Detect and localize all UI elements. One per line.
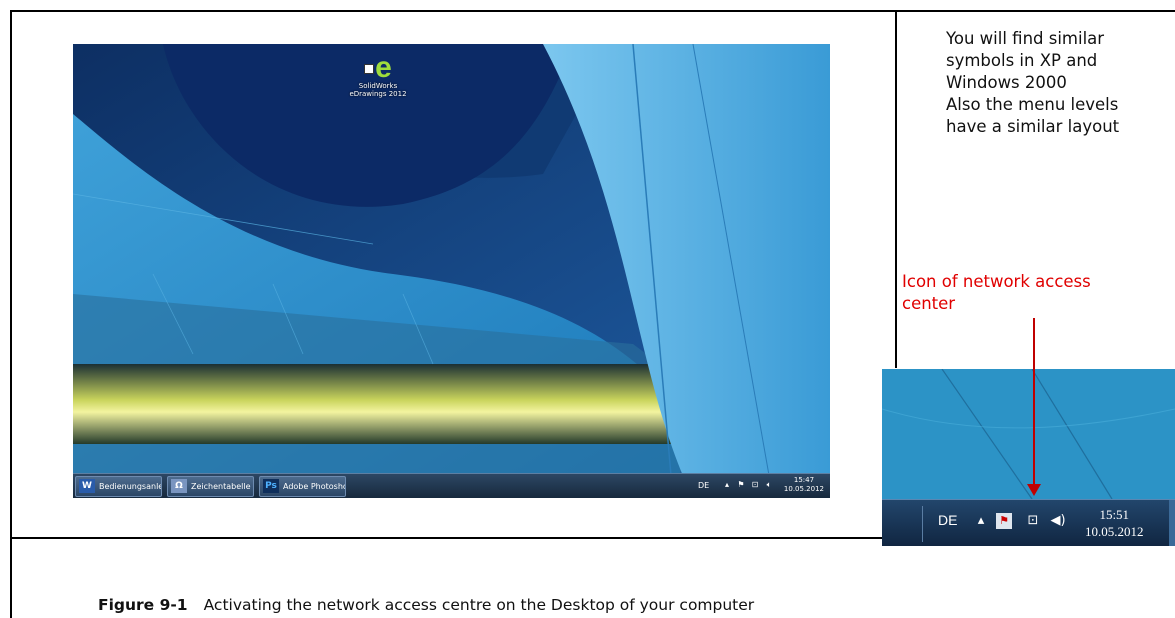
network-icon[interactable]: ⊡ bbox=[750, 480, 760, 490]
note-line: Also the menu levels bbox=[946, 95, 1119, 114]
zoomed-taskbar: DE ▴ ⚑ ⊡ ◀) 15:51 10.05.2012 bbox=[882, 499, 1175, 546]
frame-divider-vertical bbox=[895, 10, 897, 368]
frame-left-border bbox=[10, 10, 12, 618]
clock-date: 10.05.2012 bbox=[783, 485, 824, 493]
zoomed-taskbar-screenshot: DE ▴ ⚑ ⊡ ◀) 15:51 10.05.2012 bbox=[882, 369, 1175, 546]
taskbar-button-word[interactable]: W Bedienungsanleit... bbox=[75, 476, 162, 497]
callout-line2: center bbox=[902, 294, 956, 313]
taskbar-separator bbox=[922, 506, 923, 542]
callout-line1: Icon of network access bbox=[902, 272, 1091, 291]
taskbar-button-label: Adobe Photosho... bbox=[283, 482, 345, 491]
figure-caption-text: Activating the network access centre on … bbox=[203, 596, 755, 614]
desktop-wallpaper bbox=[73, 44, 830, 498]
frame-top-border bbox=[10, 10, 1175, 12]
desktop-screenshot: e SolidWorks eDrawings 2012 W Bedienungsa… bbox=[73, 44, 830, 498]
side-note: You will find similar symbols in XP and … bbox=[946, 28, 1171, 138]
show-hidden-icons-icon[interactable]: ▴ bbox=[973, 513, 989, 529]
clock-time: 15:47 bbox=[793, 476, 815, 484]
show-hidden-icons-icon[interactable]: ▴ bbox=[722, 480, 732, 490]
zoom-system-clock[interactable]: 15:51 10.05.2012 bbox=[1085, 506, 1144, 540]
callout-arrow-shaft bbox=[1033, 318, 1035, 488]
solidworks-edrawings-desktop-icon[interactable]: e SolidWorks eDrawings 2012 bbox=[343, 53, 413, 99]
language-indicator[interactable]: DE bbox=[698, 481, 709, 490]
edrawings-icon: e bbox=[343, 53, 413, 83]
taskbar-button-character-map[interactable]: Ω Zeichentabelle bbox=[167, 476, 254, 497]
zoom-clock-date: 10.05.2012 bbox=[1085, 524, 1144, 539]
character-map-icon: Ω bbox=[171, 478, 187, 493]
system-tray: DE ▴ ⚑ ⊡ 🔈︎ 15:47 10.05.2012 bbox=[690, 474, 830, 498]
photoshop-icon: Ps bbox=[263, 478, 279, 493]
show-desktop-button[interactable] bbox=[1169, 500, 1175, 546]
note-line: You will find similar bbox=[946, 29, 1105, 48]
taskbar-button-label: Bedienungsanleit... bbox=[99, 482, 162, 491]
volume-icon[interactable]: 🔈︎ bbox=[764, 480, 774, 490]
note-line: Windows 2000 bbox=[946, 73, 1067, 92]
action-center-flag-icon[interactable]: ⚑ bbox=[996, 513, 1012, 529]
taskbar-button-photoshop[interactable]: Ps Adobe Photosho... bbox=[259, 476, 346, 497]
action-center-flag-icon[interactable]: ⚑ bbox=[736, 480, 746, 490]
system-clock[interactable]: 15:47 10.05.2012 bbox=[784, 476, 824, 494]
note-line: have a similar layout bbox=[946, 117, 1120, 136]
zoom-clock-time: 15:51 bbox=[1099, 507, 1130, 522]
word-icon: W bbox=[79, 478, 95, 493]
note-line: symbols in XP and bbox=[946, 51, 1098, 70]
figure-number: Figure 9-1 bbox=[98, 596, 188, 614]
volume-icon[interactable]: ◀) bbox=[1050, 513, 1066, 529]
callout-arrow-head bbox=[1027, 484, 1041, 496]
desktop-icon-label-line2: eDrawings 2012 bbox=[349, 90, 407, 98]
figure-caption: Figure 9-1 Activating the network access … bbox=[98, 596, 754, 614]
desktop-icon-label-line1: SolidWorks bbox=[358, 82, 398, 90]
taskbar-button-label: Zeichentabelle bbox=[191, 482, 251, 491]
network-icon[interactable]: ⊡ bbox=[1025, 513, 1041, 529]
zoom-language-indicator[interactable]: DE bbox=[938, 512, 957, 528]
taskbar: W Bedienungsanleit... Ω Zeichentabelle Ps A… bbox=[73, 473, 830, 498]
network-callout-label: Icon of network access center bbox=[902, 271, 1172, 315]
